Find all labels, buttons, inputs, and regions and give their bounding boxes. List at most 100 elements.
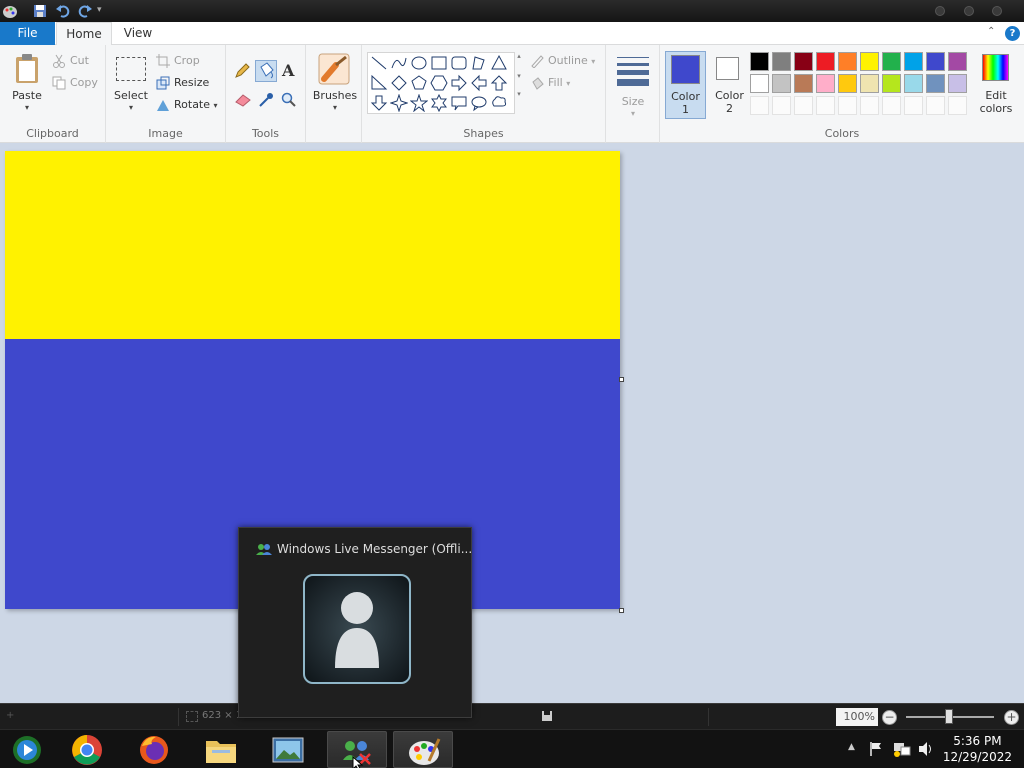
action-center-flag-icon[interactable] xyxy=(869,741,883,760)
cloud-callout-shape-icon[interactable] xyxy=(490,94,510,114)
palette-swatch[interactable] xyxy=(838,74,857,93)
color2-button[interactable]: Color 2 xyxy=(710,51,751,119)
triangle-shape-icon[interactable] xyxy=(490,54,510,74)
palette-swatch[interactable] xyxy=(860,74,879,93)
custom-color-slot[interactable] xyxy=(882,96,901,115)
cut-button[interactable]: Cut xyxy=(52,51,89,71)
oval-callout-shape-icon[interactable] xyxy=(470,94,490,114)
palette-swatch[interactable] xyxy=(816,52,835,71)
taskbar-firefox[interactable] xyxy=(124,731,184,768)
custom-color-slot[interactable] xyxy=(816,96,835,115)
paint-app-icon[interactable] xyxy=(2,3,18,19)
crop-button[interactable]: Crop xyxy=(156,51,200,71)
rect-callout-shape-icon[interactable] xyxy=(450,94,470,114)
palette-swatch[interactable] xyxy=(948,74,967,93)
six-point-star-shape-icon[interactable] xyxy=(430,93,450,114)
diamond-shape-icon[interactable] xyxy=(390,74,410,94)
custom-color-slot[interactable] xyxy=(948,96,967,115)
rotate-button[interactable]: Rotate ▾ xyxy=(156,95,218,115)
color-picker-icon[interactable] xyxy=(258,92,274,111)
taskbar-paint[interactable] xyxy=(393,731,453,768)
copy-button[interactable]: Copy xyxy=(52,73,98,93)
pentagon-shape-icon[interactable] xyxy=(410,74,430,94)
oval-shape-icon[interactable] xyxy=(410,54,430,74)
pencil-icon[interactable] xyxy=(234,63,250,82)
collapse-ribbon-icon[interactable]: ⌃ xyxy=(987,26,995,37)
taskbar-photo-viewer[interactable] xyxy=(258,731,318,768)
undo-icon[interactable] xyxy=(55,3,71,19)
system-clock[interactable]: 5:36 PM 12/29/2022 xyxy=(943,733,1012,765)
rounded-rectangle-shape-icon[interactable] xyxy=(450,54,470,74)
palette-swatch[interactable] xyxy=(816,74,835,93)
select-dropdown-icon[interactable]: ▾ xyxy=(112,103,150,112)
tab-home[interactable]: Home xyxy=(56,22,112,46)
palette-swatch[interactable] xyxy=(860,52,879,71)
resize-handle-corner[interactable] xyxy=(619,608,624,613)
resize-button[interactable]: Resize xyxy=(156,73,209,93)
palette-swatch[interactable] xyxy=(772,74,791,93)
custom-color-slot[interactable] xyxy=(794,96,813,115)
brushes-dropdown-icon[interactable]: ▾ xyxy=(310,103,360,112)
paste-dropdown-icon[interactable]: ▾ xyxy=(6,103,48,112)
custom-color-slot[interactable] xyxy=(772,96,791,115)
volume-icon[interactable] xyxy=(918,741,934,760)
polygon-shape-icon[interactable] xyxy=(470,54,490,74)
palette-swatch[interactable] xyxy=(882,52,901,71)
palette-swatch[interactable] xyxy=(750,74,769,93)
edit-colors-button[interactable]: Edit colors xyxy=(972,51,1020,119)
palette-swatch[interactable] xyxy=(794,74,813,93)
save-icon[interactable] xyxy=(32,3,48,19)
fill-button[interactable]: Fill ▾ xyxy=(530,73,570,93)
palette-swatch[interactable] xyxy=(794,52,813,71)
palette-swatch[interactable] xyxy=(948,52,967,71)
taskbar-chrome[interactable] xyxy=(58,731,118,768)
line-shape-icon[interactable] xyxy=(370,54,390,74)
brushes-button[interactable]: Brushes ▾ xyxy=(310,51,360,115)
size-button[interactable]: Size ▾ xyxy=(612,51,654,121)
show-hidden-icons-button[interactable]: ▲ xyxy=(848,742,855,752)
taskbar-windows-live-messenger[interactable] xyxy=(327,731,387,768)
custom-color-slot[interactable] xyxy=(926,96,945,115)
zoom-in-button[interactable]: + xyxy=(1004,710,1019,725)
palette-swatch[interactable] xyxy=(904,52,923,71)
maximize-button[interactable] xyxy=(964,6,974,16)
help-icon[interactable]: ? xyxy=(1005,26,1020,41)
custom-color-slot[interactable] xyxy=(750,96,769,115)
five-point-star-shape-icon[interactable] xyxy=(409,93,430,114)
four-point-star-shape-icon[interactable] xyxy=(389,93,410,114)
rectangle-shape-icon[interactable] xyxy=(430,54,450,74)
outline-button[interactable]: Outline ▾ xyxy=(530,51,595,71)
eraser-icon[interactable] xyxy=(234,92,252,111)
taskbar-media-center[interactable] xyxy=(1,731,61,768)
palette-swatch[interactable] xyxy=(926,74,945,93)
right-triangle-shape-icon[interactable] xyxy=(370,74,390,94)
close-button[interactable] xyxy=(992,6,1002,16)
palette-swatch[interactable] xyxy=(904,74,923,93)
quick-access-dropdown-icon[interactable]: ▾ xyxy=(97,5,113,21)
tab-view[interactable]: View xyxy=(116,22,160,45)
custom-color-slot[interactable] xyxy=(904,96,923,115)
right-arrow-shape-icon[interactable] xyxy=(450,74,470,94)
redo-icon[interactable] xyxy=(77,3,93,19)
palette-swatch[interactable] xyxy=(750,52,769,71)
palette-swatch[interactable] xyxy=(926,52,945,71)
palette-swatch[interactable] xyxy=(838,52,857,71)
network-icon[interactable] xyxy=(893,741,911,760)
shapes-scroll[interactable]: ▴ ▾ ▾ xyxy=(514,52,524,114)
color1-button[interactable]: Color 1 xyxy=(665,51,706,119)
palette-swatch[interactable] xyxy=(772,52,791,71)
taskbar-file-explorer[interactable] xyxy=(190,731,250,768)
fill-bucket-icon[interactable] xyxy=(255,60,277,82)
taskbar-thumbnail-preview[interactable]: Windows Live Messenger (Offli... xyxy=(238,527,472,718)
custom-color-slot[interactable] xyxy=(860,96,879,115)
paste-button[interactable]: Paste ▾ xyxy=(6,51,48,113)
minimize-button[interactable] xyxy=(935,6,945,16)
curve-shape-icon[interactable] xyxy=(390,54,410,74)
size-dropdown-icon[interactable]: ▾ xyxy=(612,109,654,118)
hexagon-shape-icon[interactable] xyxy=(430,74,450,94)
tab-file[interactable]: File xyxy=(0,22,55,45)
custom-color-slot[interactable] xyxy=(838,96,857,115)
canvas-workspace[interactable] xyxy=(0,143,1024,703)
up-arrow-shape-icon[interactable] xyxy=(490,74,510,94)
resize-handle-right[interactable] xyxy=(619,377,624,382)
